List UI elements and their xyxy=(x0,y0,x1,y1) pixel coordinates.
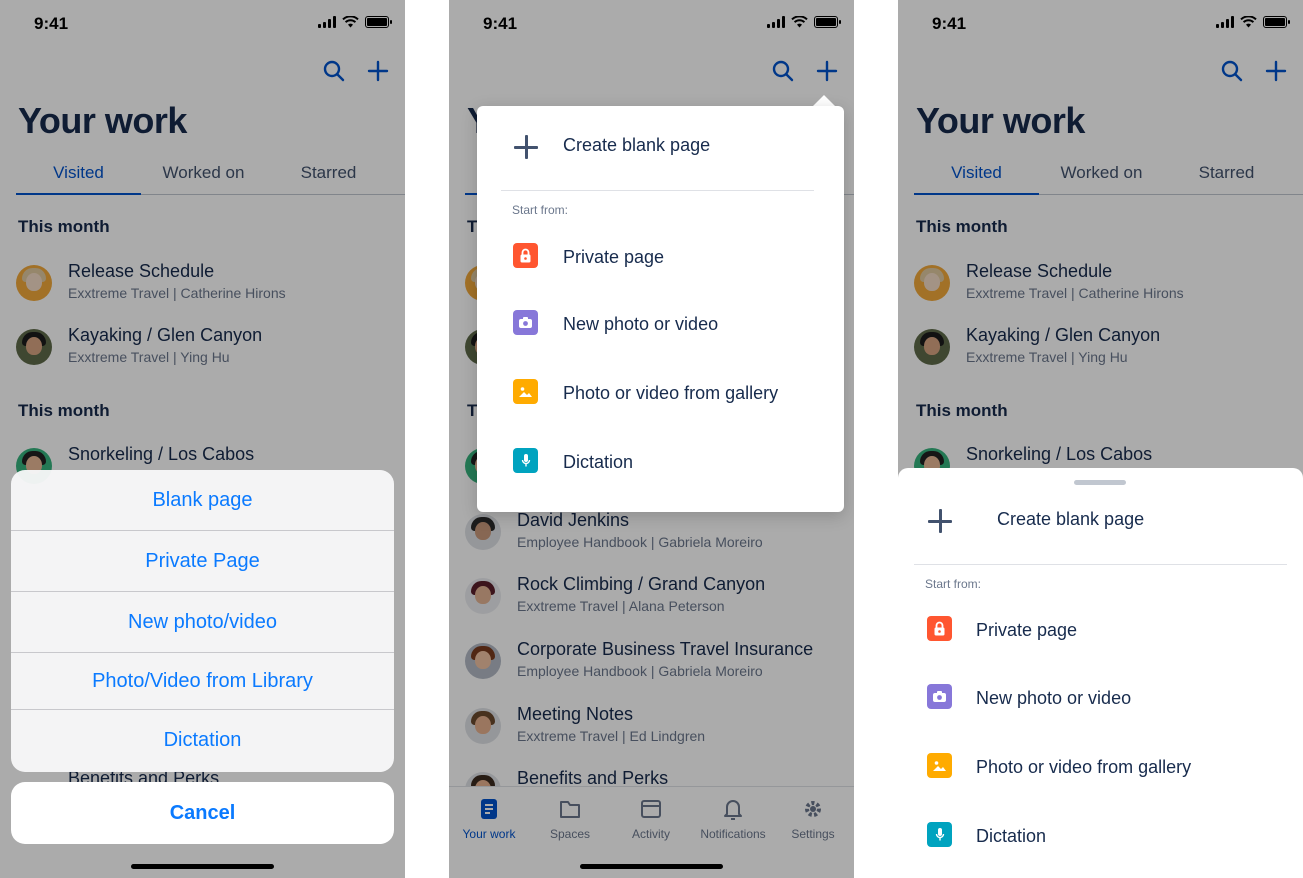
dictation-item[interactable]: Dictation xyxy=(477,440,844,484)
new-photo-video-item[interactable]: New photo or video xyxy=(898,676,1303,720)
new-photo-video-label: New photo or video xyxy=(976,688,1132,708)
lock-icon xyxy=(927,616,952,641)
phone-screen-action-sheet: 9:41 Your work Visited Worked on Starred… xyxy=(0,0,405,878)
private-page-label: Private page xyxy=(976,620,1078,640)
plus-icon xyxy=(927,508,953,534)
photo-gallery-item[interactable]: Photo or video from gallery xyxy=(898,745,1303,789)
private-page-button[interactable]: Private Page xyxy=(11,531,394,592)
sheet-grabber[interactable] xyxy=(1074,480,1126,485)
start-from-label: Start from: xyxy=(925,577,982,591)
create-blank-page-label: Create blank page xyxy=(997,509,1145,529)
create-blank-page-label: Create blank page xyxy=(563,135,711,155)
new-photo-video-label: New photo or video xyxy=(563,314,719,334)
cancel-button[interactable]: Cancel xyxy=(11,782,394,844)
create-popover: Create blank page Start from: Private pa… xyxy=(477,106,844,512)
camera-icon xyxy=(927,684,952,709)
photo-gallery-label: Photo or video from gallery xyxy=(976,757,1192,777)
create-bottom-sheet: Create blank page Start from: Private pa… xyxy=(898,468,1303,878)
dictation-item[interactable]: Dictation xyxy=(898,814,1303,858)
plus-icon xyxy=(513,134,539,160)
private-page-item[interactable]: Private page xyxy=(477,235,844,279)
phone-screen-popover: 9:41 Your work Visited Worked on Starred… xyxy=(449,0,854,878)
microphone-icon xyxy=(927,822,952,847)
action-sheet: Blank page Private Page New photo/video … xyxy=(11,470,394,772)
divider xyxy=(501,190,814,191)
dictation-button[interactable]: Dictation xyxy=(11,710,394,771)
new-photo-video-button[interactable]: New photo/video xyxy=(11,592,394,653)
home-indicator xyxy=(131,864,274,869)
photo-video-library-button[interactable]: Photo/Video from Library xyxy=(11,653,394,710)
start-from-label: Start from: xyxy=(512,203,569,217)
phone-screen-bottom-sheet: 9:41 Your work Visited Worked on Starred… xyxy=(898,0,1303,878)
divider xyxy=(914,564,1287,565)
popover-arrow xyxy=(813,95,835,106)
photo-gallery-item[interactable]: Photo or video from gallery xyxy=(477,371,844,415)
private-page-item[interactable]: Private page xyxy=(898,608,1303,652)
photo-gallery-label: Photo or video from gallery xyxy=(563,383,779,403)
lock-icon xyxy=(513,243,538,268)
private-page-label: Private page xyxy=(563,247,665,267)
dictation-label: Dictation xyxy=(563,452,634,472)
blank-page-button[interactable]: Blank page xyxy=(11,470,394,531)
create-blank-page-item[interactable]: Create blank page xyxy=(477,120,844,176)
microphone-icon xyxy=(513,448,538,473)
camera-icon xyxy=(513,310,538,335)
new-photo-video-item[interactable]: New photo or video xyxy=(477,302,844,346)
dictation-label: Dictation xyxy=(976,826,1047,846)
create-blank-page-item[interactable]: Create blank page xyxy=(898,494,1303,550)
image-icon xyxy=(927,753,952,778)
image-icon xyxy=(513,379,538,404)
